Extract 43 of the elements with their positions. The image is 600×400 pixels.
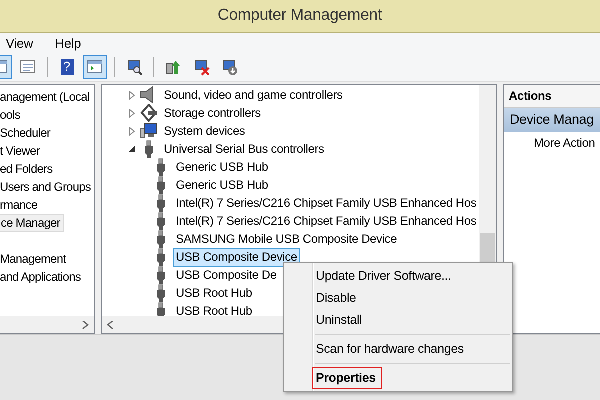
device-item[interactable]: Universal Serial Bus controllers (161, 140, 328, 158)
actions-header: Actions (504, 85, 600, 108)
device-item[interactable]: Generic USB Hub (173, 158, 272, 176)
toolbar-button[interactable] (83, 55, 107, 79)
expander-icon[interactable] (128, 144, 136, 154)
device-item[interactable]: SAMSUNG Mobile USB Composite Device (173, 230, 400, 248)
tree-item[interactable]: Management (0, 250, 94, 268)
context-menu-item[interactable]: Disable (284, 287, 512, 309)
device-item[interactable]: Sound, video and game controllers (161, 86, 346, 104)
device-item[interactable]: Intel(R) 7 Series/C216 Chipset Family USB Enhanced Hos (173, 194, 479, 212)
menu-item[interactable]: Help (53, 36, 84, 50)
context-menu-item[interactable]: Scan for hardware changes (284, 338, 512, 360)
context-menu-item[interactable]: Update Driver Software... (284, 265, 512, 287)
window-title: Computer Management (218, 7, 382, 25)
list-icon (19, 58, 37, 76)
tree-item[interactable]: ce Manager (0, 214, 64, 232)
window-icon (86, 58, 104, 76)
tree-item[interactable]: Scheduler (0, 124, 94, 142)
device-item[interactable]: Generic USB Hub (173, 176, 272, 194)
tree-item[interactable]: t Viewer (0, 142, 94, 160)
action-link[interactable]: More Action (504, 132, 600, 154)
tree-item[interactable]: ed Folders (0, 160, 94, 178)
actions-section-header[interactable]: Device Manag (504, 108, 600, 132)
device-item[interactable]: USB Root Hub (173, 302, 256, 316)
device-item[interactable]: USB Root Hub (173, 284, 256, 302)
device-item[interactable]: USB Composite De (173, 266, 280, 284)
tree-item[interactable]: and Applications (0, 268, 94, 286)
tree-item[interactable]: rmance (0, 196, 94, 214)
toolbar-button[interactable]: ? (55, 55, 79, 79)
menu-item[interactable]: View (4, 36, 36, 50)
tree-item[interactable]: anagement (Local (0, 88, 94, 106)
tree-item[interactable]: Users and Groups (0, 178, 94, 196)
monitor-icon (140, 122, 158, 140)
context-menu-item[interactable]: Uninstall (284, 309, 512, 331)
horizontal-scrollbar[interactable] (0, 316, 94, 333)
context-menu-item[interactable]: Properties (312, 367, 382, 389)
device-item[interactable]: Storage controllers (161, 104, 264, 122)
help-icon: ? (60, 59, 74, 75)
device-item[interactable]: System devices (161, 122, 248, 140)
storage-controller-icon (140, 104, 158, 122)
tree-item[interactable]: ools (0, 106, 94, 124)
device-item[interactable]: USB Composite Device (173, 248, 300, 266)
device-item[interactable]: Intel(R) 7 Series/C216 Chipset Family USB Enhanced Hos (173, 212, 479, 230)
